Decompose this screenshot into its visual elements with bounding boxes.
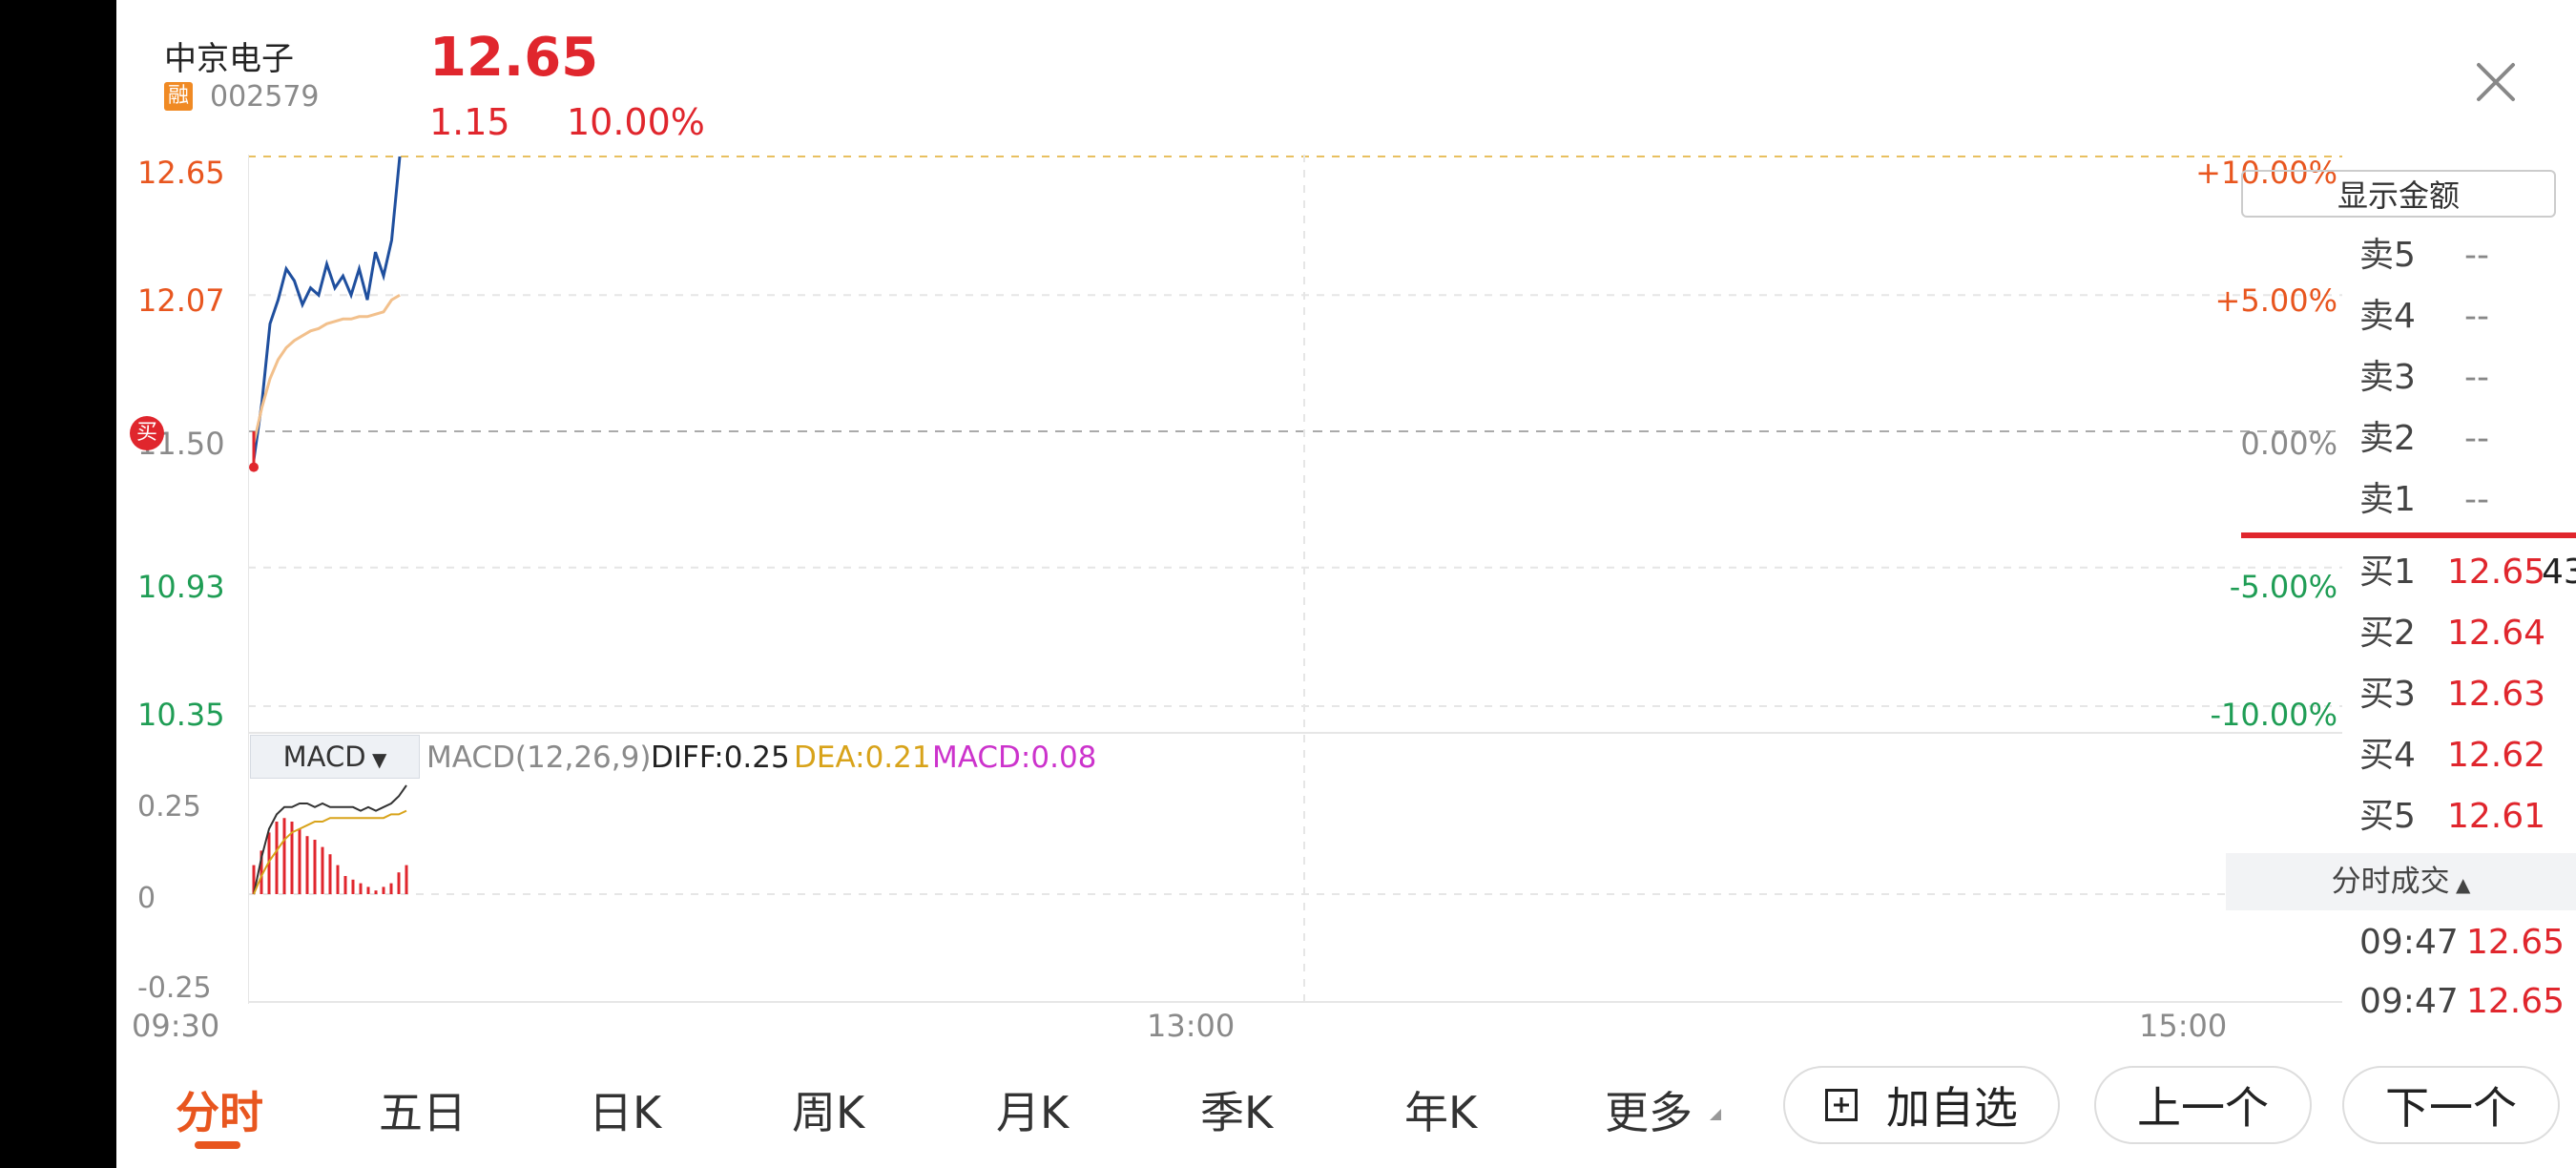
close-icon[interactable] bbox=[2473, 59, 2519, 105]
bid-volume: 43.34万 bbox=[2541, 553, 2576, 592]
trade-price: 12.65 bbox=[2466, 982, 2566, 1021]
ask-label: 卖2 bbox=[2359, 419, 2416, 458]
tab-1[interactable]: 五日 bbox=[379, 1078, 467, 1141]
bid-label: 买3 bbox=[2359, 675, 2416, 714]
trades-header[interactable]: 分时成交 ▲ bbox=[2226, 853, 2576, 910]
bid-price: 12.64 bbox=[2447, 614, 2546, 653]
ask-row[interactable]: 卖4---- bbox=[2359, 288, 2576, 345]
pct-label-upper: +5.00% bbox=[2214, 282, 2337, 319]
macd-selector[interactable]: MACD ▼ bbox=[250, 735, 420, 779]
stock-code: 002579 bbox=[210, 80, 320, 114]
ask-price: -- bbox=[2464, 358, 2489, 397]
add-watchlist-button[interactable]: 加自选 bbox=[1783, 1066, 2060, 1144]
more-corner-icon bbox=[1710, 1109, 1721, 1120]
ask-row[interactable]: 卖5---- bbox=[2359, 227, 2576, 284]
trade-row: 09:4712.65431 bbox=[2359, 973, 2576, 1031]
time-label-mid: 13:00 bbox=[1147, 1008, 1236, 1044]
bid-price: 12.63 bbox=[2447, 675, 2546, 714]
trades-header-label: 分时成交 bbox=[2331, 865, 2450, 899]
price-label-bottom: 10.35 bbox=[137, 697, 225, 733]
buy-marker[interactable]: 买 bbox=[130, 416, 164, 450]
current-price: 12.65 bbox=[429, 27, 599, 89]
price-change: 1.15 bbox=[429, 101, 510, 143]
bid-row[interactable]: 买1 12.6543.34万 bbox=[2359, 544, 2576, 601]
price-label-top: 12.65 bbox=[137, 155, 225, 191]
ask-price: -- bbox=[2464, 297, 2489, 336]
price-label-upper: 12.07 bbox=[137, 282, 225, 319]
stock-detail-panel: 中京电子 融 002579 12.65 1.15 10.00% 12.65 12… bbox=[116, 0, 2576, 1168]
bid-label: 买4 bbox=[2359, 736, 2416, 775]
macd-dea: DEA:0.21 bbox=[794, 740, 931, 775]
ask-label: 卖3 bbox=[2359, 358, 2416, 397]
price-line bbox=[252, 156, 402, 461]
bid-price: 12.65 bbox=[2447, 553, 2546, 592]
bid-row[interactable]: 买512.6179 bbox=[2359, 788, 2576, 845]
macd-tick-zero: 0 bbox=[137, 882, 156, 915]
caret-up-icon: ▲ bbox=[2449, 873, 2471, 896]
prev-stock-button[interactable]: 上一个 bbox=[2094, 1066, 2312, 1144]
orderbook-divider bbox=[2241, 532, 2576, 538]
tab-4[interactable]: 月K bbox=[996, 1078, 1069, 1141]
chart-canvas bbox=[248, 155, 2342, 1004]
ask-label: 卖5 bbox=[2359, 236, 2416, 275]
ask-label: 卖4 bbox=[2359, 297, 2416, 336]
bid-label: 买1 bbox=[2359, 553, 2416, 592]
bid-label: 买2 bbox=[2359, 614, 2416, 653]
pct-label-bottom: -10.00% bbox=[2210, 697, 2337, 733]
trade-time: 09:47 bbox=[2359, 982, 2459, 1021]
trade-price: 12.65 bbox=[2466, 923, 2566, 962]
tab-7[interactable]: 更多 bbox=[1605, 1078, 1693, 1141]
price-change-pct: 10.00% bbox=[567, 101, 705, 143]
trade-row: 09:4712.65370 bbox=[2359, 914, 2576, 971]
bid-price: 12.62 bbox=[2447, 736, 2546, 775]
pct-label-base: 0.00% bbox=[2240, 426, 2337, 462]
tab-5[interactable]: 季K bbox=[1200, 1078, 1273, 1141]
plus-square-icon bbox=[1825, 1089, 1858, 1121]
active-tab-indicator bbox=[195, 1141, 240, 1149]
caret-down-icon: ▼ bbox=[365, 748, 387, 771]
pct-label-lower: -5.00% bbox=[2229, 569, 2337, 605]
next-stock-button[interactable]: 下一个 bbox=[2342, 1066, 2560, 1144]
ask-row[interactable]: 卖3---- bbox=[2359, 349, 2576, 407]
ask-row[interactable]: 卖1---- bbox=[2359, 471, 2576, 529]
bid-label: 买5 bbox=[2359, 797, 2416, 836]
avg-price-line bbox=[252, 293, 401, 444]
ask-row[interactable]: 卖2---- bbox=[2359, 410, 2576, 468]
tab-6[interactable]: 年K bbox=[1404, 1078, 1477, 1141]
tab-2[interactable]: 日K bbox=[589, 1078, 661, 1141]
macd-selector-label: MACD bbox=[282, 740, 366, 773]
intraday-chart[interactable] bbox=[248, 155, 2342, 1004]
stock-name: 中京电子 bbox=[164, 40, 294, 78]
ask-label: 卖1 bbox=[2359, 480, 2416, 519]
macd-tick-bottom: -0.25 bbox=[137, 971, 212, 1005]
macd-value: MACD:0.08 bbox=[932, 740, 1097, 775]
time-label-start: 09:30 bbox=[132, 1008, 220, 1044]
tab-3[interactable]: 周K bbox=[792, 1078, 864, 1141]
add-watchlist-label: 加自选 bbox=[1886, 1082, 2018, 1134]
bid-row[interactable]: 买412.6232 bbox=[2359, 727, 2576, 784]
price-label-lower: 10.93 bbox=[137, 569, 225, 605]
tab-0[interactable]: 分时 bbox=[176, 1078, 263, 1141]
bid-row[interactable]: 买312.631190 bbox=[2359, 666, 2576, 723]
trade-time: 09:47 bbox=[2359, 923, 2459, 962]
time-label-end: 15:00 bbox=[2139, 1008, 2228, 1044]
macd-tick-top: 0.25 bbox=[137, 790, 201, 824]
ask-price: -- bbox=[2464, 419, 2489, 458]
show-amount-button[interactable]: 显示金额 bbox=[2241, 170, 2556, 218]
bid-price: 12.61 bbox=[2447, 797, 2546, 836]
macd-diff: DIFF:0.25 bbox=[651, 740, 790, 775]
bid-row[interactable]: 买212.64378 bbox=[2359, 605, 2576, 662]
macd-params: MACD(12,26,9) bbox=[426, 740, 652, 775]
ask-price: -- bbox=[2464, 236, 2489, 275]
margin-badge: 融 bbox=[164, 82, 193, 111]
ask-price: -- bbox=[2464, 480, 2489, 519]
